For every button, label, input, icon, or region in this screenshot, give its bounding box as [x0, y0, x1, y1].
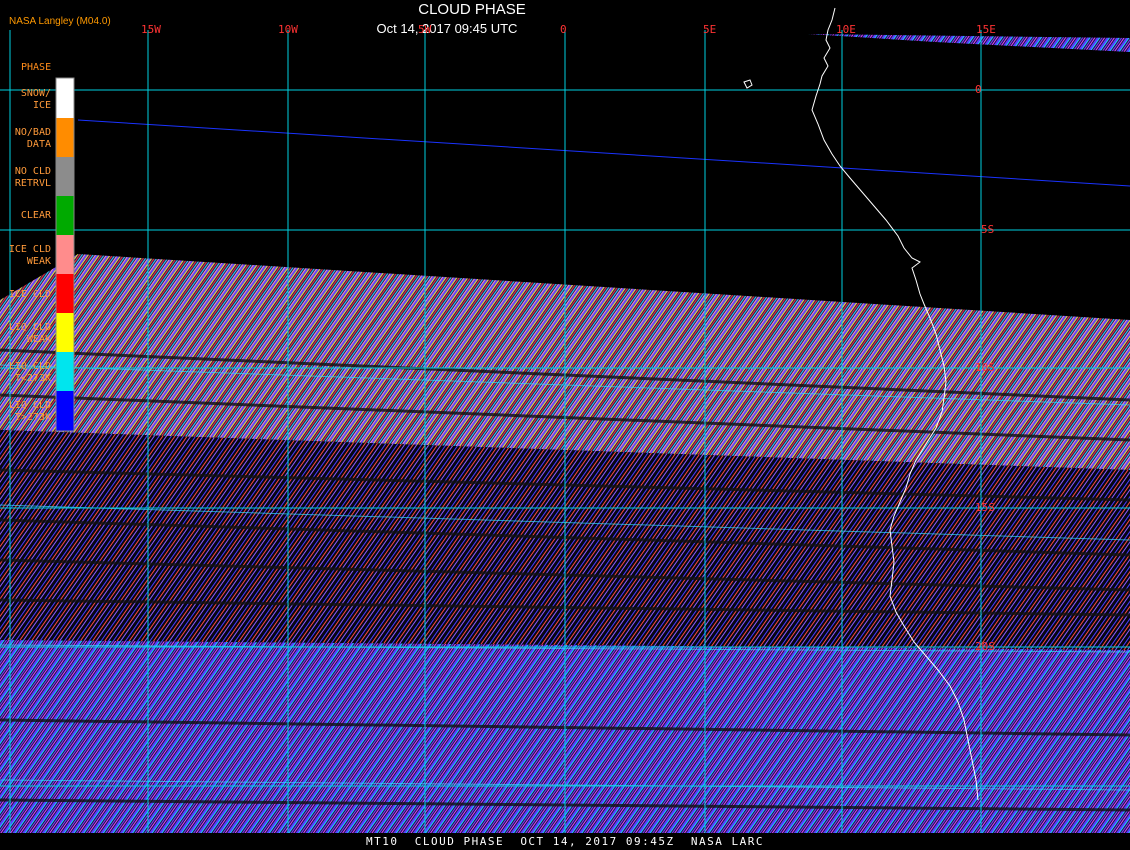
lon-label-10e: 10E	[836, 23, 856, 36]
legend-swatch-snow-ice	[56, 78, 74, 118]
legend-swatch-clear	[56, 196, 74, 235]
legend-label-liq-cld-weak: LIQ CLD WEAK	[8, 322, 51, 345]
legend-swatch-liq-cld-warm	[56, 391, 74, 431]
cloud-phase-map	[0, 0, 1130, 850]
lon-label-0: 0	[560, 23, 567, 36]
legend-label-clear: CLEAR	[20, 210, 51, 221]
legend-title: PHASE	[21, 62, 52, 73]
legend-swatch-no-bad-data	[56, 118, 74, 157]
legend-swatch-ice-cld	[56, 274, 74, 313]
legend-swatch-no-cld-retrvl	[56, 157, 74, 196]
lon-label-15w: 15W	[141, 23, 161, 36]
legend-label-liq-cld-cold: LIQ CLD T<273K	[8, 361, 51, 384]
legend-swatch-liq-cld-weak	[56, 313, 74, 352]
legend-label-ice-cld: ICE CLD	[8, 289, 51, 300]
map-title: CLOUD PHASE	[418, 1, 526, 18]
credit-label: NASA Langley (M04.0)	[9, 16, 111, 27]
lon-label-5e: 5E	[703, 23, 717, 36]
lat-label-10s: 10S	[975, 361, 995, 374]
legend-swatch-ice-cld-weak	[56, 235, 74, 274]
footer-bar: MT10 CLOUD PHASE OCT 14, 2017 09:45Z NAS…	[0, 833, 1130, 850]
lat-label-20s: 20S	[975, 640, 995, 653]
lon-label-15e: 15E	[976, 23, 996, 36]
lat-label-15s: 15S	[975, 501, 995, 514]
legend-swatches	[55, 77, 75, 432]
legend-swatch-liq-cld-cold	[56, 352, 74, 391]
lat-label-5s: 5S	[981, 223, 995, 236]
legend-label-no-cld-retrvl: NO CLD RETRVL	[14, 166, 51, 189]
legend-label-ice-cld-weak: ICE CLD WEAK	[8, 244, 51, 267]
map-subtitle: Oct 14, 2017 09:45 UTC	[376, 21, 518, 36]
legend-label-no-bad-data: NO/BAD DATA	[14, 127, 51, 150]
lon-label-10w: 10W	[278, 23, 298, 36]
lat-label-0: 0	[975, 83, 982, 96]
legend-label-liq-cld-warm: LIQ CLD T>273K	[8, 400, 51, 423]
legend-label-snow-ice: SNOW/ ICE	[20, 88, 51, 111]
lon-label-5w: 5W	[418, 23, 432, 36]
